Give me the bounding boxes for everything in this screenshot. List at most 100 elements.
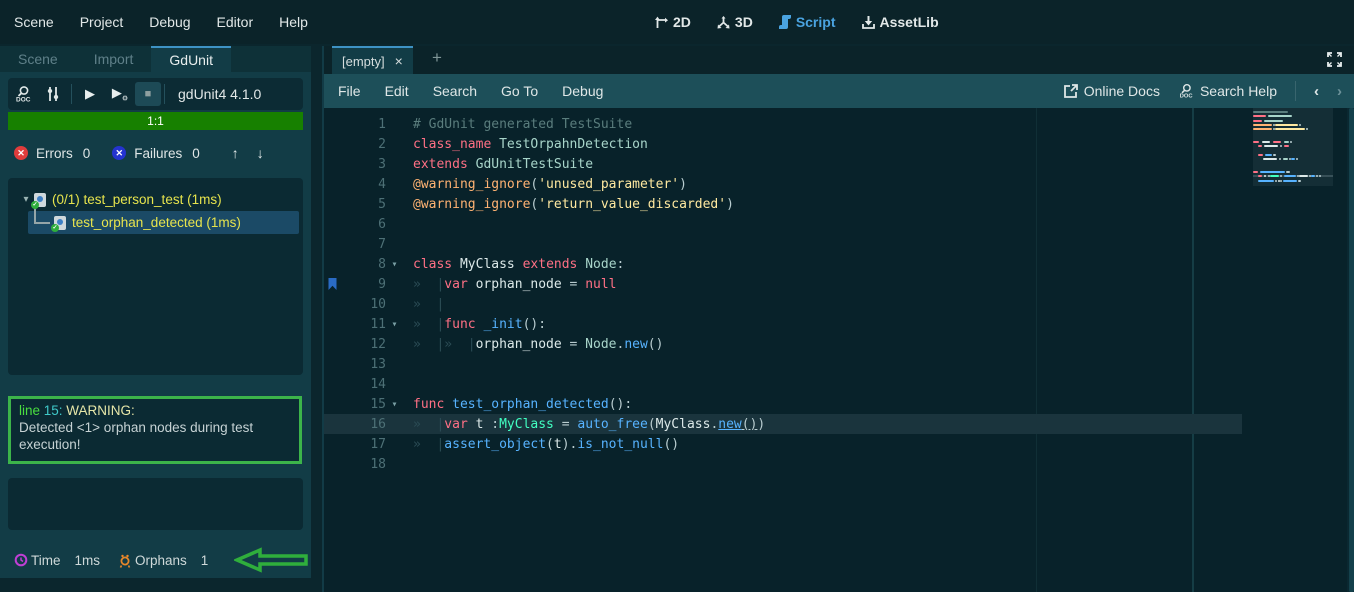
orphans-icon — [118, 553, 132, 568]
next-failure-button[interactable]: ↓ — [257, 145, 264, 161]
gdunit-panel: DOC ▶ ▶⚙ ■ gdUnit4 4.1.0 1:1 ✕ Errors 0 … — [0, 72, 311, 578]
script-tab-bar: [empty] × + — [324, 46, 1354, 74]
line-number: 17 — [340, 437, 386, 452]
dock-tab-scene[interactable]: Scene — [0, 46, 76, 72]
code-line[interactable]: 3extends GdUnitTestSuite — [324, 154, 1242, 174]
menu-scene[interactable]: Scene — [14, 14, 54, 30]
line-number: 9 — [340, 277, 386, 292]
gdunit-toolbar: DOC ▶ ▶⚙ ■ gdUnit4 4.1.0 — [8, 78, 303, 110]
dock-tab-gdunit[interactable]: GdUnit — [151, 46, 231, 72]
mode-switcher: 2D 3D Script AssetLib — [655, 0, 939, 44]
script-menu-goto[interactable]: Go To — [501, 83, 538, 99]
run-tests-button[interactable]: ▶ — [75, 80, 105, 108]
code-line[interactable]: 9»|var orphan_node = null — [324, 274, 1242, 294]
fold-arrow-icon[interactable]: ▾ — [386, 319, 403, 330]
code-line[interactable]: 12»|»|orphan_node = Node.new() — [324, 334, 1242, 354]
svg-text:DOC: DOC — [1180, 94, 1193, 99]
script-menu-edit[interactable]: Edit — [385, 83, 409, 99]
vertical-scrollbar[interactable] — [1347, 108, 1354, 592]
test-suite-row[interactable]: ▾ ✓ (0/1) test_person_test (1ms) — [8, 188, 303, 211]
code-text: # GdUnit generated TestSuite — [413, 117, 632, 132]
warning-report-box[interactable]: line 15: WARNING: Detected <1> orphan no… — [8, 396, 302, 464]
test-script-icon: ✓ — [54, 216, 66, 230]
code-text: »|»|orphan_node = Node.new() — [413, 337, 663, 352]
indent-marker: »| — [413, 417, 444, 432]
add-tab-button[interactable]: + — [432, 48, 442, 68]
mode-2d-button[interactable]: 2D — [655, 14, 691, 30]
script-tab-empty[interactable]: [empty] × — [332, 46, 413, 74]
script-menu-search[interactable]: Search — [433, 83, 477, 99]
code-line[interactable]: 1 # GdUnit generated TestSuite — [324, 114, 1242, 134]
mode-assetlib-button[interactable]: AssetLib — [862, 14, 939, 30]
mode-3d-label: 3D — [735, 14, 753, 30]
warning-line-number: 15: — [40, 403, 63, 418]
mode-script-button[interactable]: Script — [779, 14, 836, 30]
doc-search-icon: DOC — [14, 85, 32, 103]
code-line[interactable]: 11▾»|func _init(): — [324, 314, 1242, 334]
mode-script-label: Script — [796, 14, 836, 30]
mode-3d-button[interactable]: 3D — [717, 14, 753, 30]
script-menu-file[interactable]: File — [338, 83, 361, 99]
code-line[interactable]: 15▾func test_orphan_detected(): — [324, 394, 1242, 414]
menu-project[interactable]: Project — [80, 14, 124, 30]
search-help-button[interactable]: DOC Search Help — [1178, 83, 1277, 99]
gdunit-version-label: gdUnit4 4.1.0 — [178, 86, 261, 102]
errors-label: Errors — [36, 146, 73, 161]
toolbar-separator — [71, 84, 72, 104]
fold-arrow-icon[interactable]: ▾ — [386, 399, 403, 410]
script-menu-bar: File Edit Search Go To Debug Online Docs… — [324, 74, 1354, 108]
line-number: 13 — [340, 357, 386, 372]
expand-fullscreen-button[interactable] — [1327, 52, 1342, 72]
code-line[interactable]: 5@warning_ignore('return_value_discarded… — [324, 194, 1242, 214]
bookmark-icon — [324, 278, 340, 290]
menu-editor[interactable]: Editor — [217, 14, 254, 30]
code-line[interactable]: 10»| — [324, 294, 1242, 314]
code-line[interactable]: 18 — [324, 454, 1242, 474]
godot-editor-window: Scene Project Debug Editor Help 2D 3D Sc… — [0, 0, 1354, 592]
history-forward-button[interactable]: › — [1337, 83, 1342, 100]
code-line[interactable]: 7 — [324, 234, 1242, 254]
test-case-row-selected[interactable]: ✓ test_orphan_detected (1ms) — [28, 211, 299, 234]
code-line[interactable]: 6 — [324, 214, 1242, 234]
failures-icon: ✕ — [112, 146, 126, 160]
code-line[interactable]: 13 — [324, 354, 1242, 374]
code-text: @warning_ignore('return_value_discarded'… — [413, 197, 734, 212]
code-text: »|func _init(): — [413, 317, 546, 332]
code-view[interactable]: 1 # GdUnit generated TestSuite 2class_name… — [324, 108, 1354, 592]
script-editor: [empty] × + File Edit Search Go To Debug… — [322, 46, 1354, 592]
code-line[interactable]: 16»|var t :MyClass = auto_free(MyClass.n… — [324, 414, 1242, 434]
test-progress-bar: 1:1 — [8, 112, 303, 130]
minimap[interactable] — [1253, 108, 1333, 592]
debug-tests-button[interactable]: ▶⚙ — [105, 80, 135, 108]
dock-tab-import[interactable]: Import — [76, 46, 152, 72]
code-text: extends GdUnitTestSuite — [413, 157, 593, 172]
code-text: »| — [413, 297, 444, 312]
code-text: »|assert_object(t).is_not_null() — [413, 437, 679, 452]
errors-icon: ✕ — [14, 146, 28, 160]
doc-search-button[interactable]: DOC — [8, 80, 38, 108]
line-number: 1 — [340, 117, 386, 132]
code-line[interactable]: 17 »|assert_object(t).is_not_null() — [324, 434, 1242, 454]
prev-failure-button[interactable]: ↑ — [232, 145, 239, 161]
close-icon[interactable]: × — [395, 53, 403, 69]
menu-help[interactable]: Help — [279, 14, 308, 30]
code-lines[interactable]: 1 # GdUnit generated TestSuite 2class_name… — [324, 114, 1242, 474]
report-detail-panel — [8, 478, 303, 530]
code-text: class MyClass extends Node: — [413, 257, 624, 272]
code-line[interactable]: 8▾class MyClass extends Node: — [324, 254, 1242, 274]
stop-button[interactable]: ■ — [135, 82, 161, 106]
indent-marker: »| — [413, 277, 444, 292]
script-menu-debug[interactable]: Debug — [562, 83, 603, 99]
play-debug-icon: ▶⚙ — [112, 85, 128, 103]
code-line[interactable]: 4@warning_ignore('unused_parameter') — [324, 174, 1242, 194]
code-line[interactable]: 2class_name TestOrpahnDetection — [324, 134, 1242, 154]
line-number: 2 — [340, 137, 386, 152]
menu-debug[interactable]: Debug — [149, 14, 190, 30]
3d-icon — [717, 16, 730, 29]
settings-sliders-button[interactable] — [38, 80, 68, 108]
history-back-button[interactable]: ‹ — [1314, 83, 1319, 100]
code-line[interactable]: 14 — [324, 374, 1242, 394]
fold-arrow-icon[interactable]: ▾ — [386, 259, 403, 270]
online-docs-label: Online Docs — [1084, 83, 1160, 99]
online-docs-button[interactable]: Online Docs — [1064, 83, 1160, 99]
